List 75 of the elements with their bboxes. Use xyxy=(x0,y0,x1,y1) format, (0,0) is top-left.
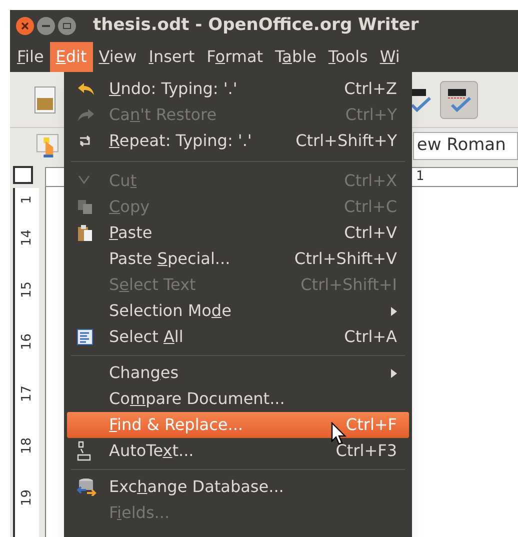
menu-entry[interactable]: Changes xyxy=(67,360,409,386)
menu-entry[interactable]: Repeat: Typing: '.' Ctrl+Shift+Y xyxy=(67,128,409,154)
redo-arrow-icon xyxy=(77,108,95,122)
menu-entry-label: Compare Document... xyxy=(109,388,285,410)
ruler-number: 16 xyxy=(18,334,36,350)
shortcut-label: Ctrl+Shift+I xyxy=(300,274,397,296)
menu-entry[interactable]: Paste Ctrl+V xyxy=(67,220,409,246)
menu-entry[interactable]: Exchange Database... xyxy=(67,474,409,500)
shortcut-label: Ctrl+Y xyxy=(345,104,397,126)
menu-item[interactable]: Format xyxy=(200,42,270,72)
menu-item[interactable]: Wi xyxy=(374,42,406,72)
shortcut-label: Ctrl+F xyxy=(346,414,397,436)
menu-entry-label: Select Text xyxy=(109,274,196,296)
menu-entry-label: Fields... xyxy=(109,502,170,524)
auto-spellcheck-icon xyxy=(446,86,472,112)
menu-entry-label: AutoText... xyxy=(109,440,194,462)
menu-entry-label: Undo: Typing: '.' xyxy=(109,78,238,100)
shortcut-label: Ctrl+A xyxy=(344,326,397,348)
ruler-number: 1 xyxy=(416,168,424,186)
menu-entry[interactable]: Undo: Typing: '.' Ctrl+Z xyxy=(67,76,409,102)
tab-stop-selector[interactable] xyxy=(13,166,33,184)
menu-item[interactable]: View xyxy=(92,42,143,72)
menu-item[interactable]: Table xyxy=(269,42,322,72)
menu-entry-label: Exchange Database... xyxy=(109,476,284,498)
shortcut-label: Ctrl+C xyxy=(344,196,397,218)
autotext-icon xyxy=(77,441,91,461)
menu-entry-label: Changes xyxy=(109,362,179,384)
menu-item[interactable]: Insert xyxy=(142,42,201,72)
auto-spellcheck-button[interactable] xyxy=(440,80,478,118)
window-title: thesis.odt - OpenOffice.org Writer xyxy=(93,14,419,38)
close-icon xyxy=(21,22,29,30)
menu-entry[interactable]: Selection Mode xyxy=(67,298,409,324)
minimize-icon xyxy=(42,25,50,27)
menu-item[interactable]: File xyxy=(11,42,50,72)
database-icon xyxy=(77,478,97,496)
copy-icon xyxy=(77,199,93,215)
maximize-button[interactable] xyxy=(58,17,76,35)
shortcut-label: Ctrl+Shift+V xyxy=(294,248,397,270)
menu-entry[interactable]: Paste Special... Ctrl+Shift+V xyxy=(67,246,409,272)
shortcut-label: Ctrl+Z xyxy=(344,78,397,100)
shortcut-label: Ctrl+F3 xyxy=(336,440,397,462)
menu-item[interactable]: Tools xyxy=(322,42,374,72)
menu-entry-label: Paste Special... xyxy=(109,248,230,270)
ruler-number: 19 xyxy=(18,490,36,506)
undo-arrow-icon xyxy=(77,82,95,96)
shortcut-label: Ctrl+Shift+Y xyxy=(296,130,397,152)
document-picture-icon xyxy=(34,86,56,114)
close-button[interactable] xyxy=(16,17,34,35)
clipboard-icon xyxy=(77,224,93,242)
menu-entry-label: Copy xyxy=(109,196,150,218)
menu-entry[interactable]: AutoText... Ctrl+F3 xyxy=(67,438,409,464)
repeat-icon xyxy=(77,133,93,149)
menu-entry-label: Can't Restore xyxy=(109,104,217,126)
table-hand-icon xyxy=(36,133,59,159)
submenu-arrow-icon xyxy=(391,306,397,316)
ruler-number: 14 xyxy=(18,230,36,246)
menu-entry-label: Selection Mode xyxy=(109,300,232,322)
shortcut-label: Ctrl+V xyxy=(344,222,397,244)
menu-entry-label: Find & Replace... xyxy=(109,414,243,436)
minimize-button[interactable] xyxy=(37,17,55,35)
ruler-number: 18 xyxy=(18,438,36,454)
shortcut-label: Ctrl+X xyxy=(344,170,397,192)
menu-entry[interactable]: Select All Ctrl+A xyxy=(67,324,409,350)
menu-entry-label: Cut xyxy=(109,170,137,192)
maximize-icon xyxy=(63,23,71,29)
font-name-field[interactable]: ew Roman xyxy=(412,132,518,160)
ruler-number: 15 xyxy=(18,282,36,298)
select-all-icon xyxy=(77,329,93,345)
ruler-number: 1 xyxy=(18,196,36,204)
menu-entry[interactable]: Compare Document... xyxy=(67,386,409,412)
menu-entry-label: Select All xyxy=(109,326,184,348)
submenu-arrow-icon xyxy=(391,368,397,378)
menu-entry-label: Paste xyxy=(109,222,152,244)
ruler-number: 17 xyxy=(18,386,36,402)
menu-entry-label: Repeat: Typing: '.' xyxy=(109,130,252,152)
